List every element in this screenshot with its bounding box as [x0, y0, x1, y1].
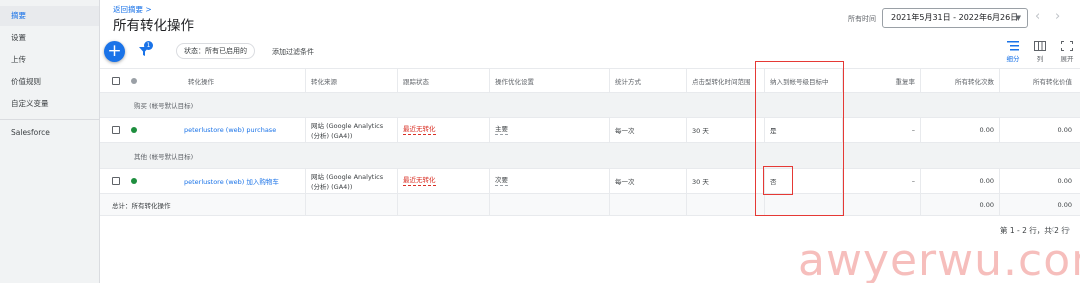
chevron-left-icon[interactable]: ‹ [1050, 222, 1055, 236]
date-range-label: 所有时间 [848, 15, 876, 23]
col-header-all-conversions[interactable]: 所有转化次数 [922, 69, 998, 92]
table-header-row: 转化操作 转化来源 跟踪状态 操作优化设置 统计方式 点击型转化时间范围 纳入到… [100, 68, 1080, 93]
included-cell: 是 [770, 127, 777, 135]
chevron-right-icon[interactable]: › [1055, 9, 1060, 24]
conversion-action-link[interactable]: peterlustore (web) purchase [180, 118, 305, 142]
table-row: peterlustore (web) 加入购物车 网站 (Google Anal… [100, 169, 1080, 194]
sidebar-item-value-rules[interactable]: 价值规则 [0, 72, 99, 92]
expand-label: 展开 [1060, 55, 1074, 63]
tracking-status[interactable]: 最近无转化 [403, 176, 436, 186]
page-title: 所有转化操作 [113, 18, 194, 34]
window-cell: 30 天 [692, 127, 709, 135]
total-value: 0.00 [1057, 200, 1072, 209]
status-dot-header-icon [131, 77, 137, 84]
col-header-count[interactable]: 统计方式 [611, 69, 687, 92]
expand-button[interactable]: 展开 [1055, 41, 1079, 67]
total-label: 总计：所有转化操作 [112, 201, 171, 210]
conversions-cell: 0.00 [979, 126, 994, 134]
add-filter-button[interactable]: 添加过滤条件 [272, 47, 314, 57]
page-header: 返回摘要 > 所有转化操作 所有时间 2021年5月31日 - 2022年6月2… [100, 0, 1080, 38]
chevron-right-icon[interactable]: › [1066, 222, 1071, 236]
col-header-all-conv-value[interactable]: 所有转化价值 [1001, 69, 1076, 92]
col-header-tracking-status[interactable]: 跟踪状态 [399, 69, 489, 92]
watermark: awyerwu.com [798, 235, 1080, 283]
col-header-click-window[interactable]: 点击型转化时间范围 [688, 69, 764, 92]
repeat-cell: – [911, 126, 915, 134]
group-row-other: 其他 (帐号默认目标) [100, 143, 1080, 169]
sidebar-item-custom-variables[interactable]: 自定义变量 [0, 94, 99, 114]
col-header-source[interactable]: 转化来源 [307, 69, 397, 92]
conversion-action-link[interactable]: peterlustore (web) 加入购物车 [180, 169, 305, 193]
optimization-setting[interactable]: 主要 [495, 125, 508, 135]
sidebar-item-summary[interactable]: 摘要 [0, 6, 99, 26]
source-cell: 网站 (Google Analytics (分析) (GA4)) [311, 122, 384, 140]
caret-down-icon: ▼ [1015, 14, 1021, 22]
tracking-status[interactable]: 最近无转化 [403, 125, 436, 135]
segment-icon [1007, 41, 1019, 51]
repeat-cell: – [911, 177, 915, 185]
sidebar-item-uploads[interactable]: 上传 [0, 50, 99, 70]
value-cell: 0.00 [1057, 177, 1072, 185]
count-cell: 每一次 [615, 127, 635, 135]
count-cell: 每一次 [615, 178, 635, 186]
sidebar-divider [0, 119, 99, 120]
sidebar: 摘要 设置 上传 价值规则 自定义变量 Salesforce [0, 0, 100, 283]
segment-button[interactable]: 细分 [1001, 41, 1025, 67]
segment-label: 细分 [1006, 55, 1020, 63]
source-cell: 网站 (Google Analytics (分析) (GA4)) [311, 173, 384, 191]
columns-icon [1034, 41, 1046, 51]
window-cell: 30 天 [692, 178, 709, 186]
total-row: 总计：所有转化操作 0.00 0.00 [100, 194, 1080, 216]
sidebar-item-settings[interactable]: 设置 [0, 28, 99, 48]
sidebar-item-salesforce[interactable]: Salesforce [0, 123, 99, 143]
col-header-name[interactable]: 转化操作 [184, 69, 304, 92]
group-label: 其他 (帐号默认目标) [134, 152, 194, 161]
conversions-cell: 0.00 [979, 177, 994, 185]
group-label: 购买 (帐号默认目标) [134, 102, 194, 110]
enabled-status-dot-icon [131, 127, 137, 133]
enabled-status-dot-icon [131, 178, 137, 184]
optimization-setting[interactable]: 次要 [495, 176, 508, 186]
value-cell: 0.00 [1057, 126, 1072, 134]
col-header-optimization[interactable]: 操作优化设置 [491, 69, 609, 92]
plus-icon: + [107, 41, 122, 61]
status-filter-chip[interactable]: 状态：所有已启用的 [176, 43, 255, 59]
columns-label: 列 [1036, 55, 1044, 63]
group-row-purchase: 购买 (帐号默认目标) [100, 93, 1080, 118]
col-header-repeat-rate[interactable]: 重复率 [844, 69, 919, 92]
row-checkbox[interactable] [112, 177, 120, 185]
row-checkbox[interactable] [112, 126, 120, 134]
filter-count-badge: 1 [144, 41, 153, 50]
chevron-left-icon[interactable]: ‹ [1035, 9, 1040, 24]
select-all-checkbox[interactable] [112, 76, 120, 85]
add-conversion-button[interactable]: + [104, 41, 125, 62]
date-range-picker[interactable]: 2021年5月31日 - 2022年6月26日 ▼ [882, 8, 1028, 28]
total-conversions: 0.00 [979, 200, 994, 209]
date-range-value: 2021年5月31日 - 2022年6月26日 [891, 13, 1019, 22]
table-row: peterlustore (web) purchase 网站 (Google A… [100, 118, 1080, 143]
included-cell: 否 [770, 178, 777, 186]
columns-button[interactable]: 列 [1028, 41, 1052, 67]
col-header-included-in-goals[interactable]: 纳入到帐号级目标中 [766, 69, 842, 92]
expand-icon [1061, 41, 1073, 51]
